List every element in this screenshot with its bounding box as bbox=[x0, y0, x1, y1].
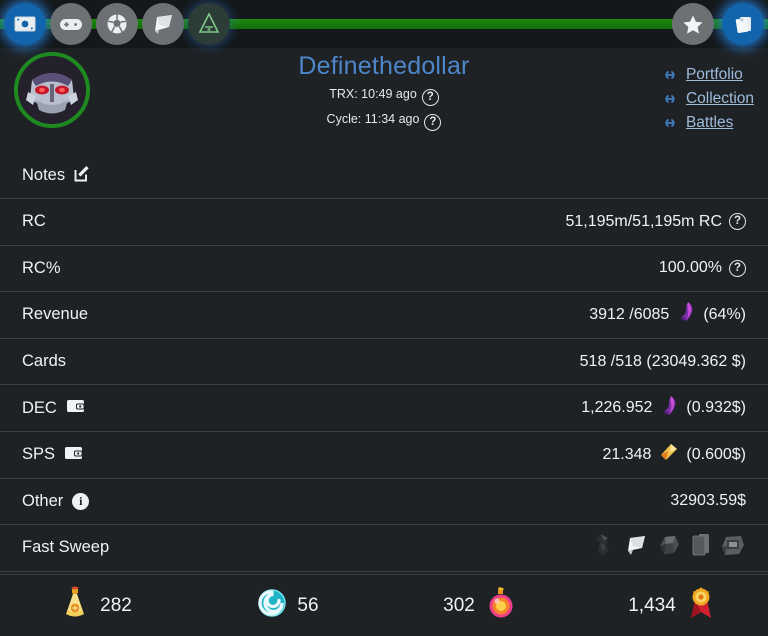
link-portfolio[interactable]: Portfolio bbox=[661, 66, 754, 84]
gold-potion-icon bbox=[60, 586, 90, 625]
pink-potion-icon bbox=[485, 586, 517, 625]
trx-label: TRX: 10:49 ago bbox=[329, 87, 417, 101]
row-other: Other i 32903.59$ bbox=[0, 479, 768, 526]
row-label: DEC bbox=[22, 399, 57, 418]
nav-left-group bbox=[0, 0, 230, 48]
page-title: Definethedollar bbox=[0, 52, 768, 81]
dec-token-icon bbox=[659, 395, 679, 422]
link-battles[interactable]: Battles bbox=[661, 114, 754, 132]
star-icon bbox=[682, 14, 704, 35]
resource-teal-spiral[interactable]: 56 bbox=[192, 588, 384, 623]
red-medal-icon bbox=[686, 586, 716, 625]
resource-count: 302 bbox=[443, 595, 475, 617]
white-paper-icon[interactable] bbox=[623, 532, 649, 563]
white-flag-icon bbox=[150, 11, 176, 37]
row-label: Revenue bbox=[22, 305, 88, 324]
nav-item-cards[interactable] bbox=[722, 3, 764, 45]
row-label: RC% bbox=[22, 259, 61, 278]
dark-shard-icon[interactable] bbox=[592, 532, 616, 563]
info-icon[interactable]: i bbox=[72, 493, 89, 510]
cycle-label: Cycle: 11:34 ago bbox=[327, 112, 420, 126]
cycle-help-icon[interactable]: ? bbox=[424, 114, 441, 131]
resource-medal[interactable]: 1,434 bbox=[576, 586, 768, 625]
gamepad-icon bbox=[59, 17, 83, 32]
row-label: SPS bbox=[22, 445, 55, 464]
row-rc-percent: RC% 100.00% ? bbox=[0, 246, 768, 293]
link-label: Portfolio bbox=[686, 66, 743, 84]
row-suffix: (0.932$) bbox=[686, 399, 746, 417]
sps-token-icon bbox=[658, 442, 679, 467]
row-label: Cards bbox=[22, 352, 66, 371]
nav-item-games[interactable] bbox=[50, 3, 92, 45]
nav-item-sports[interactable] bbox=[96, 3, 138, 45]
profile-header: Definethedollar TRX: 10:49 ago? Cycle: 1… bbox=[0, 48, 768, 153]
gray-rock-icon[interactable] bbox=[656, 532, 682, 563]
triangle-a-icon bbox=[196, 11, 222, 37]
link-label: Collection bbox=[686, 90, 754, 108]
row-sps: SPS 21.348 ( bbox=[0, 432, 768, 479]
row-revenue: Revenue 3912 /6085 (64%) bbox=[0, 292, 768, 339]
trx-status: TRX: 10:49 ago? bbox=[0, 86, 768, 106]
soccer-ball-icon bbox=[106, 13, 128, 35]
money-icon bbox=[14, 16, 36, 32]
cycle-status: Cycle: 11:34 ago? bbox=[0, 111, 768, 131]
row-label: Notes bbox=[22, 166, 65, 185]
row-rc: RC 51,195m/51,195m RC ? bbox=[0, 199, 768, 246]
dec-token-icon bbox=[676, 301, 696, 328]
rc-percent-help-icon[interactable]: ? bbox=[729, 260, 746, 277]
wallet-icon[interactable] bbox=[66, 398, 85, 418]
link-icon bbox=[661, 116, 679, 130]
profile-title-block: Definethedollar TRX: 10:49 ago? Cycle: 1… bbox=[0, 52, 768, 131]
trx-help-icon[interactable]: ? bbox=[422, 89, 439, 106]
row-cards: Cards 518 /518 (23049.362 $) bbox=[0, 339, 768, 386]
row-value: 518 /518 (23049.362 $) bbox=[580, 353, 746, 371]
row-notes[interactable]: Notes bbox=[0, 153, 768, 199]
row-fast-sweep: Fast Sweep bbox=[0, 525, 768, 572]
row-label: Fast Sweep bbox=[22, 538, 109, 557]
gray-cards-icon[interactable] bbox=[689, 532, 713, 563]
link-icon bbox=[661, 68, 679, 82]
stats-list: Notes RC 51,195m/51,195m RC ? RC% bbox=[0, 153, 768, 572]
fast-sweep-icon-group bbox=[592, 532, 746, 563]
app-root: Definethedollar TRX: 10:49 ago? Cycle: 1… bbox=[0, 0, 768, 636]
teal-spiral-icon bbox=[257, 588, 287, 623]
resource-count: 56 bbox=[297, 595, 318, 617]
link-collection[interactable]: Collection bbox=[661, 90, 754, 108]
resource-count: 1,434 bbox=[628, 595, 676, 617]
nav-item-favorites[interactable] bbox=[672, 3, 714, 45]
nav-item-flag[interactable] bbox=[142, 3, 184, 45]
wallet-icon[interactable] bbox=[64, 445, 83, 465]
row-value: 1,226.952 bbox=[581, 399, 652, 417]
nav-right-group bbox=[672, 0, 764, 48]
cards-icon bbox=[731, 13, 755, 35]
row-suffix: (0.600$) bbox=[686, 446, 746, 464]
row-value: 3912 /6085 bbox=[589, 306, 669, 324]
link-label: Battles bbox=[686, 114, 733, 132]
nav-item-arena[interactable] bbox=[188, 3, 230, 45]
edit-icon[interactable] bbox=[74, 165, 91, 187]
resource-pink-potion[interactable]: 302 bbox=[384, 586, 576, 625]
row-value: 100.00% bbox=[659, 259, 722, 277]
link-icon bbox=[661, 92, 679, 106]
row-value: 51,195m/51,195m RC bbox=[565, 213, 722, 231]
row-value: 21.348 bbox=[602, 446, 651, 464]
row-value: 32903.59$ bbox=[670, 492, 746, 510]
resource-gold-potion[interactable]: 282 bbox=[0, 586, 192, 625]
resource-bar: 282 56 bbox=[0, 574, 768, 636]
resource-count: 282 bbox=[100, 595, 132, 617]
rc-help-icon[interactable]: ? bbox=[729, 213, 746, 230]
top-navigation-bar bbox=[0, 0, 768, 48]
row-suffix: (64%) bbox=[703, 306, 746, 324]
external-links: Portfolio Collection Bat bbox=[661, 66, 754, 132]
row-label: Other bbox=[22, 492, 63, 511]
row-dec: DEC 1,226.952 bbox=[0, 385, 768, 432]
row-label: RC bbox=[22, 212, 46, 231]
gray-chest-icon[interactable] bbox=[720, 533, 746, 562]
nav-item-money[interactable] bbox=[4, 3, 46, 45]
